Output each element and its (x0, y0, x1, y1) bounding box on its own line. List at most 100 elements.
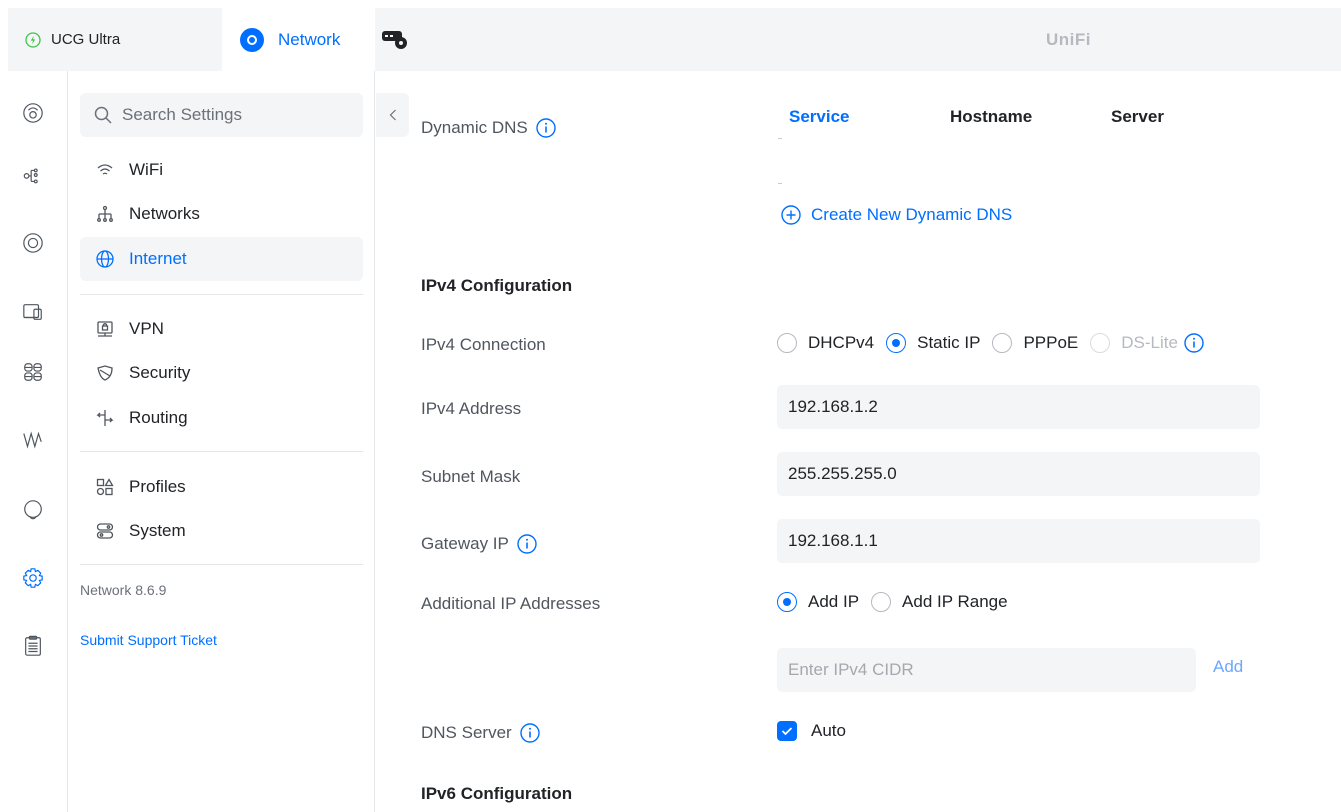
globe-icon (96, 250, 114, 268)
radio-static-ip[interactable]: Static IP (886, 333, 980, 353)
sidebar-item-label: Internet (129, 249, 187, 268)
add-cidr-button[interactable]: Add (1213, 657, 1243, 677)
search-icon (94, 106, 112, 124)
additional-ip-addresses-label: Additional IP Addresses (421, 594, 601, 613)
chevron-left-icon (389, 109, 396, 121)
sidebar-item-label: Routing (129, 408, 188, 427)
radio-label: Add IP (808, 592, 860, 611)
sidebar-item-security[interactable]: Security (80, 351, 363, 395)
system-icon (96, 523, 114, 539)
power-status-icon (25, 31, 41, 48)
dynamic-dns-label: Dynamic DNS (421, 118, 556, 138)
networks-icon (97, 205, 113, 222)
vpn-icon (97, 321, 113, 337)
gateway-settings-icon[interactable] (380, 26, 410, 52)
sidebar-item-vpn[interactable]: VPN (80, 307, 363, 351)
ipv4-connection-radio-group: DHCPv4 Static IP PPPoE DS-Lite (777, 333, 1216, 353)
sidebar-item-label: Security (129, 363, 191, 382)
console-tab-label: UCG Ultra (51, 31, 121, 48)
create-new-dynamic-dns-link[interactable]: Create New Dynamic DNS (781, 205, 1012, 225)
info-icon[interactable] (1184, 333, 1204, 353)
sidebar-divider (80, 451, 363, 452)
sidebar-item-label: VPN (129, 319, 164, 338)
console-tab[interactable]: UCG Ultra (8, 8, 222, 71)
column-server[interactable]: Server (1111, 107, 1164, 127)
topology-icon[interactable] (21, 163, 45, 187)
sidebar-divider (80, 294, 363, 295)
sidebar-item-internet[interactable]: Internet (80, 237, 363, 281)
dynamic-dns-label-text: Dynamic DNS (421, 118, 528, 137)
gateway-ip-label-text: Gateway IP (421, 534, 509, 553)
ipv4-connection-label: IPv4 Connection (421, 335, 546, 354)
table-empty-marker (778, 183, 782, 184)
clipboard-icon[interactable] (21, 634, 45, 658)
radio-add-ip[interactable]: Add IP (777, 592, 859, 612)
routing-icon (96, 410, 114, 426)
search-settings-input[interactable]: Search Settings (80, 93, 363, 137)
network-app-icon (240, 27, 264, 52)
radio-label: Static IP (917, 333, 981, 352)
ipv4-address-input[interactable]: 192.168.1.2 (777, 385, 1260, 429)
sidebar-item-wifi[interactable]: WiFi (80, 148, 363, 192)
network-app-tab[interactable]: Network (222, 8, 375, 71)
checkbox-checked-icon (777, 721, 797, 741)
profiles-icon (96, 478, 114, 496)
dns-server-label: DNS Server (421, 723, 540, 743)
sidebar-item-profiles[interactable]: Profiles (80, 465, 363, 509)
unifi-devices-icon[interactable] (21, 231, 45, 255)
gateway-ip-input[interactable]: 192.168.1.1 (777, 519, 1260, 563)
column-service[interactable]: Service (789, 107, 850, 127)
ipv4-address-label: IPv4 Address (421, 399, 522, 418)
gateway-ip-label: Gateway IP (421, 534, 537, 554)
applications-icon[interactable] (21, 360, 45, 384)
sidebar-item-system[interactable]: System (80, 509, 363, 553)
submit-support-ticket-link[interactable]: Submit Support Ticket (80, 632, 217, 648)
info-icon[interactable] (536, 118, 556, 138)
create-link-label: Create New Dynamic DNS (811, 205, 1013, 224)
network-app-label: Network (278, 29, 341, 49)
radio-pppoe[interactable]: PPPoE (992, 333, 1078, 353)
ipv4-cidr-input[interactable]: Enter IPv4 CIDR (777, 648, 1196, 692)
ipv6-configuration-heading: IPv6 Configuration (421, 784, 573, 803)
sidebar-item-label: WiFi (129, 160, 163, 179)
radio-label: DHCPv4 (808, 333, 875, 352)
settings-gear-icon[interactable] (21, 566, 45, 590)
sidebar-item-routing[interactable]: Routing (80, 396, 363, 440)
dashboard-icon[interactable] (21, 101, 45, 125)
checkbox-label: Auto (811, 721, 846, 740)
radio-label: Add IP Range (902, 592, 1008, 611)
subnet-mask-input[interactable]: 255.255.255.0 (777, 452, 1260, 496)
radio-dhcpv4[interactable]: DHCPv4 (777, 333, 874, 353)
info-icon[interactable] (519, 723, 540, 743)
dns-auto-checkbox[interactable]: Auto (777, 721, 846, 741)
app-icon-rail (8, 71, 68, 812)
additional-ip-radio-group: Add IP Add IP Range (777, 592, 1020, 612)
radio-label: DS-Lite (1121, 333, 1178, 352)
search-placeholder: Search Settings (122, 105, 243, 124)
traffic-insights-icon[interactable] (21, 428, 45, 452)
sidebar-divider (80, 564, 363, 565)
collapse-sidebar-button[interactable] (376, 93, 409, 137)
settings-sidebar: Search Settings WiFi Networks Internet V… (68, 71, 375, 812)
sidebar-item-label: System (129, 521, 186, 540)
client-devices-icon[interactable] (21, 300, 45, 324)
wifi-icon (97, 164, 113, 175)
radio-label: PPPoE (1023, 333, 1079, 352)
sidebar-item-label: Networks (129, 204, 200, 223)
shield-icon (97, 365, 113, 381)
radio-add-ip-range[interactable]: Add IP Range (871, 592, 1008, 612)
subnet-mask-label: Subnet Mask (421, 467, 521, 486)
column-hostname[interactable]: Hostname (950, 107, 1032, 127)
unifi-logo: UniFi (1046, 30, 1091, 49)
sidebar-item-label: Profiles (129, 477, 186, 496)
dns-server-label-text: DNS Server (421, 723, 512, 742)
add-circle-icon (781, 205, 801, 225)
radio-ds-lite: DS-Lite (1090, 333, 1204, 353)
top-bar: UCG Ultra Network UniFi (8, 8, 1341, 71)
ipv4-configuration-heading: IPv4 Configuration (421, 276, 573, 295)
sidebar-item-networks[interactable]: Networks (80, 192, 363, 236)
app-version: Network 8.6.9 (80, 582, 167, 598)
info-icon[interactable] (517, 534, 537, 554)
table-empty-marker (778, 138, 782, 139)
system-log-icon[interactable] (21, 498, 45, 522)
